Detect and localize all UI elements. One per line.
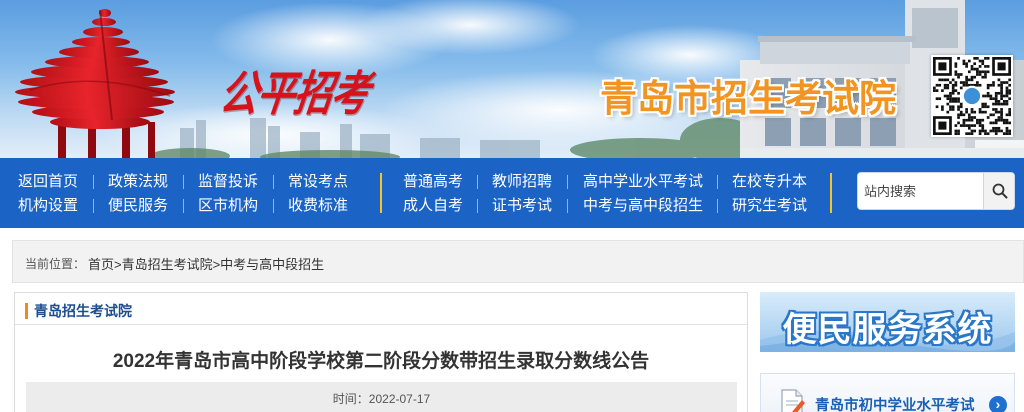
nav-separator (183, 175, 184, 189)
nav-separator (717, 175, 718, 189)
nav-link-organization[interactable]: 机构设置 (18, 196, 78, 216)
nav-separator (273, 175, 274, 189)
site-search (857, 172, 1015, 210)
nav-separator (717, 199, 718, 213)
nav-separator (183, 199, 184, 213)
nav-link-gaokao[interactable]: 普通高考 (403, 172, 463, 192)
search-icon (992, 183, 1008, 199)
qr-code (931, 55, 1013, 137)
document-icon (781, 389, 805, 412)
header-banner: 公平招考 青岛市招生考试院 (0, 0, 1024, 158)
nav-link-adult-self-study[interactable]: 成人自考 (403, 196, 463, 216)
nav-link-certificate-exams[interactable]: 证书考试 (492, 196, 552, 216)
article-panel: 青岛招生考试院 2022年青岛市高中阶段学校第二阶段分数带招生录取分数线公告 时… (14, 292, 748, 412)
search-button[interactable] (983, 173, 1014, 209)
nav-separator (567, 199, 568, 213)
nav-link-district-agencies[interactable]: 区市机构 (198, 196, 258, 216)
slogan-calligraphy: 公平招考 (216, 65, 373, 122)
service-system-title: 便民服务系统 (782, 311, 993, 349)
breadcrumb: 当前位置： 首页>青岛招生考试院>中考与高中段招生 (12, 240, 1024, 283)
nav-separator (567, 175, 568, 189)
main-nav: 返回首页 政策法规 监督投诉 常设考点 机构设置 便民服务 区市机构 收费标准 … (0, 158, 1024, 228)
nav-link-test-sites[interactable]: 常设考点 (288, 172, 348, 192)
sidebar-link-label: 青岛市初中学业水平考试 (815, 398, 975, 412)
article-meta-bar: 时间：2022-07-17 (26, 382, 737, 412)
nav-separator (93, 199, 94, 213)
panel-header-accent (25, 303, 28, 319)
breadcrumb-label: 当前位置： (25, 257, 86, 271)
nav-link-graduate-exams[interactable]: 研究生考试 (732, 196, 807, 216)
nav-link-fee-standards[interactable]: 收费标准 (288, 196, 348, 216)
nav-link-academic-proficiency-test[interactable]: 高中学业水平考试 (583, 172, 703, 192)
service-system-banner[interactable]: 便民服务系统 (760, 292, 1015, 352)
chevron-right-circle-icon: › (989, 396, 1007, 412)
article-date: 时间：2022-07-17 (332, 392, 431, 406)
nav-group-divider (380, 173, 382, 213)
sidebar-link-junior-exam[interactable]: 青岛市初中学业水平考试 › (760, 373, 1015, 412)
nav-link-policies[interactable]: 政策法规 (108, 172, 168, 192)
nav-link-public-services[interactable]: 便民服务 (108, 196, 168, 216)
nav-link-home[interactable]: 返回首页 (18, 172, 78, 192)
breadcrumb-path[interactable]: 首页>青岛招生考试院>中考与高中段招生 (88, 254, 324, 273)
nav-link-complaints[interactable]: 监督投诉 (198, 172, 258, 192)
nav-separator (273, 199, 274, 213)
article-title: 2022年青岛市高中阶段学校第二阶段分数带招生录取分数线公告 (112, 351, 650, 372)
panel-header-title: 青岛招生考试院 (34, 303, 132, 319)
divider (15, 324, 747, 325)
nav-separator (477, 175, 478, 189)
page: 公平招考 青岛市招生考试院 返回首页 政策法规 监督投诉 常设考点 机构设置 便… (0, 0, 1024, 412)
nav-link-zhongkao-admissions[interactable]: 中考与高中段招生 (583, 196, 703, 216)
nav-group-divider (830, 173, 832, 213)
red-sculpture (15, 9, 175, 158)
nav-link-upgrade-to-bachelor[interactable]: 在校专升本 (732, 172, 807, 192)
nav-separator (93, 175, 94, 189)
qr-code-pattern (933, 57, 1011, 135)
site-title: 青岛市招生考试院 (600, 78, 896, 119)
nav-link-teacher-recruitment[interactable]: 教师招聘 (492, 172, 552, 192)
search-input[interactable] (858, 173, 984, 209)
nav-separator (477, 199, 478, 213)
